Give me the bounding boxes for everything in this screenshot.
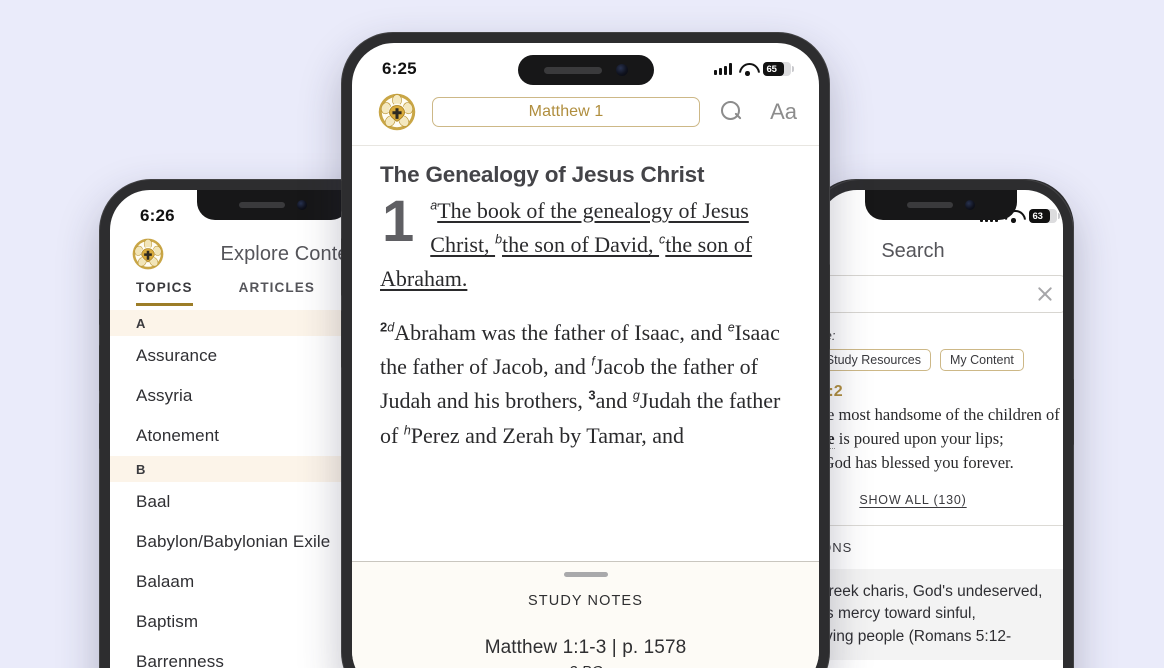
search-input[interactable]: grace <box>819 275 1063 313</box>
center-phone-screen: 6:25 65 Matthew 1 Aa The Genealogy of Je… <box>352 43 819 668</box>
chapter-number: 1 <box>382 189 415 254</box>
study-notes-reference: Matthew 1:1-3 | p. 1578 <box>484 637 687 658</box>
passage-title: The Genealogy of Jesus Christ <box>380 162 705 187</box>
study-notes-label: STUDY NOTES <box>528 593 643 609</box>
drag-handle[interactable] <box>563 572 608 577</box>
screenshot-stage: 6:26 Explore Content TOPICS ARTICLES A A… <box>0 0 1164 668</box>
search-input-value: grace <box>819 285 1036 303</box>
tab-articles[interactable]: ARTICLES <box>239 280 315 306</box>
right-phone-screen: 63 Search grace Content type: Bible Stud… <box>819 190 1063 668</box>
right-phone-power-button[interactable] <box>1073 379 1074 445</box>
definitions-section-header: DEFINITIONS <box>819 539 853 555</box>
footnote-marker-g[interactable]: g <box>633 389 640 403</box>
battery-icon: 63 <box>1029 209 1060 223</box>
footnote-marker-e[interactable]: e <box>728 321 735 335</box>
earpiece-speaker-icon <box>239 202 285 208</box>
battery-percent: 63 <box>1032 210 1043 222</box>
left-phone-volume-up[interactable] <box>99 345 100 391</box>
filter-chip-study-resources[interactable]: Study Resources <box>819 349 931 371</box>
verse-1-text-b: the son of David, <box>502 232 660 258</box>
left-phone-volume-down[interactable] <box>99 403 100 449</box>
verse-3-text-h: Perez and Zerah by Tamar, and <box>410 422 685 448</box>
front-camera-icon <box>615 64 628 76</box>
footnote-marker-b[interactable]: b <box>495 233 502 247</box>
study-notes-date: 2 BC <box>352 663 819 668</box>
verse-1-paragraph: 1 aThe book of the genealogy of Jesus Chr… <box>380 189 791 296</box>
tab-topics[interactable]: TOPICS <box>136 280 193 306</box>
verse-3-text-and: and <box>595 388 633 414</box>
divider <box>819 524 1063 526</box>
chapter-selector-button[interactable]: Matthew 1 <box>432 97 701 127</box>
center-phone-volume-up[interactable] <box>341 238 342 296</box>
text-size-aa-icon[interactable]: Aa <box>770 101 797 123</box>
result-reference[interactable]: Psalm 45:2 <box>819 383 1063 401</box>
status-time: 6:25 <box>382 59 417 78</box>
verse-number-3: 3 <box>588 388 596 404</box>
earpiece-speaker-icon <box>543 66 602 74</box>
filter-chip-my-content[interactable]: My Content <box>939 349 1024 371</box>
earpiece-speaker-icon <box>907 202 953 208</box>
luther-rose-logo-icon[interactable] <box>378 93 416 131</box>
search-page-title: Search <box>881 240 945 262</box>
result-verse-text: You are the most handsome of the childre… <box>819 403 1063 475</box>
search-icon[interactable] <box>720 100 744 124</box>
battery-percent: 65 <box>766 63 777 75</box>
center-phone-power-button[interactable] <box>829 264 830 350</box>
right-phone-content: 63 Search grace Content type: Bible Stud… <box>819 190 1063 668</box>
battery-tip <box>792 66 794 72</box>
status-time: 6:26 <box>140 206 175 225</box>
show-all-link[interactable]: SHOW ALL (130) <box>819 493 1063 507</box>
center-phone-device: 6:25 65 Matthew 1 Aa The Genealogy of Je… <box>341 32 830 668</box>
reader-header: Matthew 1 Aa <box>352 89 819 146</box>
verse-2-paragraph: 2dAbraham was the father of Isaac, and e… <box>380 316 791 452</box>
front-camera-icon <box>965 200 975 210</box>
cellular-signal-icon <box>714 63 732 75</box>
wifi-icon <box>739 63 756 76</box>
center-phone-volume-down[interactable] <box>341 310 342 368</box>
status-indicators: 65 <box>714 62 794 76</box>
front-camera-icon <box>297 200 307 210</box>
luther-rose-logo-icon[interactable] <box>132 238 164 270</box>
center-phone-mute-switch[interactable] <box>341 180 342 212</box>
footnote-marker-h[interactable]: h <box>404 423 411 437</box>
right-phone-notch <box>865 190 1017 220</box>
battery-tip <box>1058 213 1060 219</box>
content-type-label: Content type: <box>819 329 1063 343</box>
battery-icon: 65 <box>763 62 794 76</box>
verse-text-after: is poured upon your lips; therefore God … <box>819 428 1014 472</box>
left-phone-notch <box>197 190 349 220</box>
clear-x-icon[interactable] <box>1036 285 1054 303</box>
reader-body: The Genealogy of Jesus Christ 1 aThe book… <box>352 146 819 491</box>
definition-card[interactable]: grace. Greek charis, God's undeserved, g… <box>819 568 1063 661</box>
verse-2-text-d: Abraham was the father of Isaac, and <box>394 320 728 346</box>
study-notes-panel[interactable]: STUDY NOTES Matthew 1:1-3 | p. 1578 2 BC <box>352 561 819 668</box>
dynamic-island <box>517 55 654 85</box>
right-phone-device: 63 Search grace Content type: Bible Stud… <box>808 179 1074 668</box>
left-phone-mute-switch[interactable] <box>99 299 100 325</box>
content-type-filters: Bible Study Resources My Content <box>819 349 1063 371</box>
